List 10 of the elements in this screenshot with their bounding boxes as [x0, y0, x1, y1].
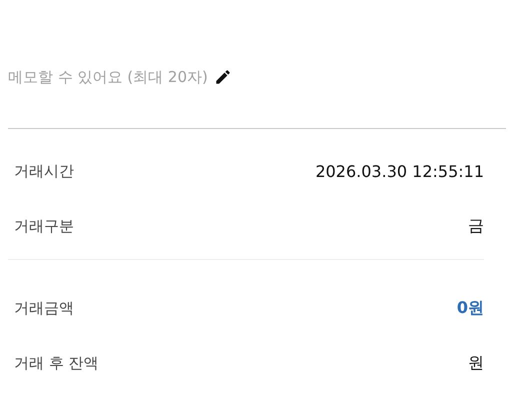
row-value: 원: [468, 352, 484, 374]
pencil-icon[interactable]: [214, 68, 232, 86]
memo-placeholder[interactable]: 메모할 수 있어요 (최대 20자): [8, 68, 208, 86]
row-label: 거래 후 잔액: [14, 354, 99, 372]
row-label: 거래구분: [14, 216, 74, 236]
row-label: 거래시간: [14, 162, 74, 180]
row-value: 2026.03.30 12:55:11: [315, 162, 484, 180]
row-value: 금: [468, 216, 484, 236]
row-value: 0원: [456, 298, 484, 318]
row-label: 거래금액: [14, 298, 74, 318]
